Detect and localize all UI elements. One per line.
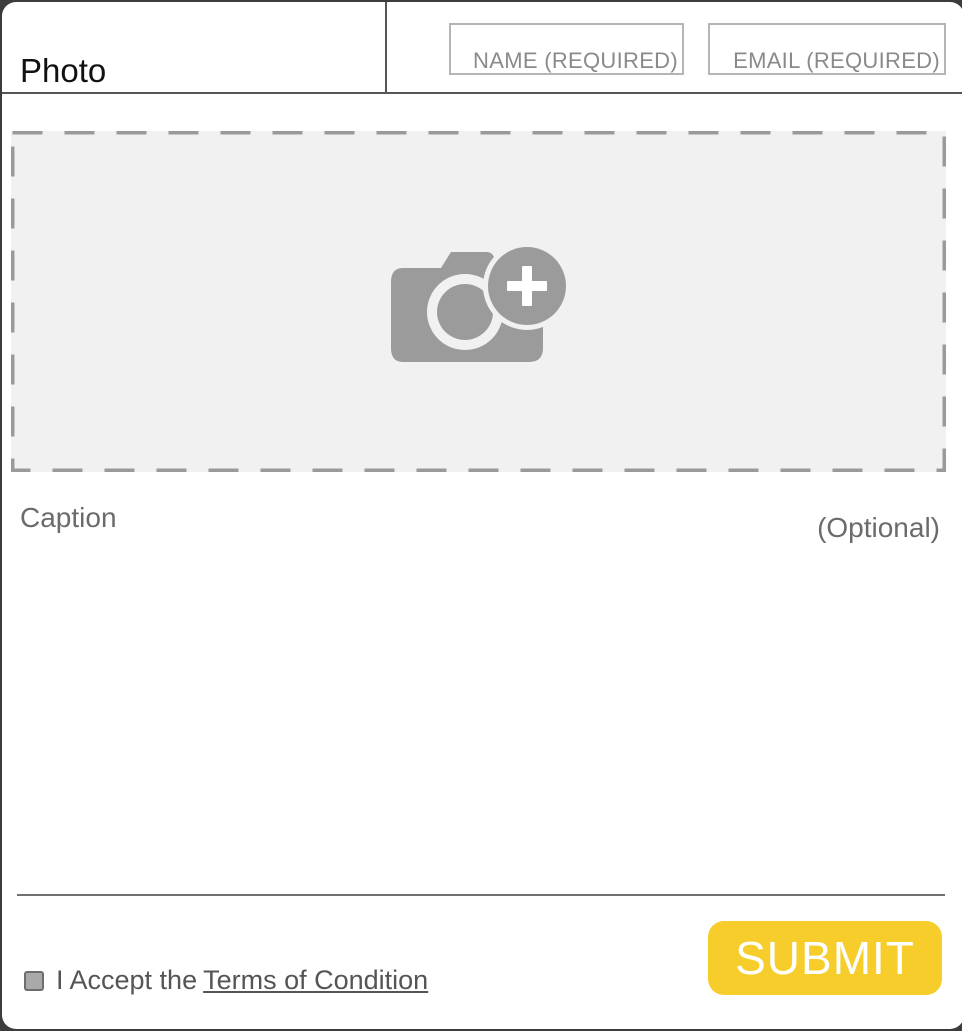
camera-add-icon: [391, 242, 569, 362]
accept-terms-checkbox[interactable]: [24, 970, 44, 991]
caption-textarea[interactable]: [17, 550, 945, 890]
terms-link[interactable]: Terms of Condition: [203, 965, 428, 996]
header-divider: [2, 92, 962, 94]
email-field[interactable]: EMAIL (REQUIRED): [708, 23, 946, 75]
name-field[interactable]: NAME (REQUIRED): [449, 23, 684, 75]
optional-label: (Optional): [817, 512, 940, 543]
form-title: Photo: [20, 52, 107, 89]
photo-submission-form: Photo NAME (REQUIRED) EMAIL (REQUIRED) C…: [2, 2, 962, 1029]
accept-label: I Accept the: [56, 965, 198, 995]
caption-label: Caption: [20, 502, 117, 533]
caption-underline: [17, 894, 945, 896]
submit-button[interactable]: SUBMIT: [708, 921, 942, 995]
header-divider-vertical: [385, 2, 387, 94]
terms-row: I Accept the Terms of Condition: [24, 965, 428, 996]
photo-upload-dropzone[interactable]: [11, 131, 946, 472]
